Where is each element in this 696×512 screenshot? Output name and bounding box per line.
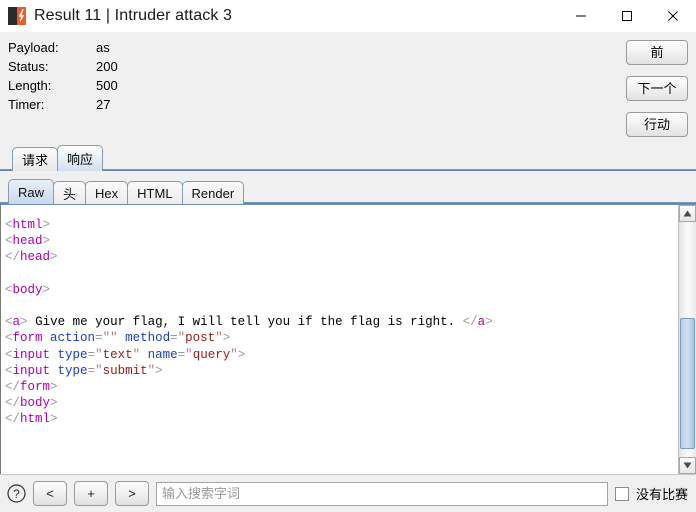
view-tabs: Raw 头 Hex HTML Render bbox=[0, 178, 696, 204]
match-status-label: 没有比赛 bbox=[635, 487, 688, 502]
close-icon bbox=[668, 11, 678, 21]
title-bar: Result 11 | Intruder attack 3 bbox=[0, 0, 696, 32]
response-code-area[interactable]: <html> <head> </head> <body> <a> Give me… bbox=[0, 205, 678, 474]
vertical-scrollbar[interactable] bbox=[678, 205, 696, 474]
case-sensitive-checkbox[interactable] bbox=[614, 486, 629, 501]
timer-label: Timer: bbox=[8, 97, 45, 112]
previous-match-button[interactable]: < bbox=[33, 481, 67, 506]
tab-raw[interactable]: Raw bbox=[8, 179, 55, 204]
scroll-down-icon bbox=[683, 462, 692, 469]
maximize-icon bbox=[622, 11, 632, 21]
add-match-button[interactable]: + bbox=[74, 481, 108, 506]
payload-label: Payload: bbox=[8, 40, 59, 55]
result-info-panel: Payload: as Status: 200 Length: 500 Time… bbox=[0, 32, 696, 144]
minimize-button[interactable] bbox=[558, 0, 604, 32]
table-row: Length: 500 bbox=[8, 78, 216, 97]
scroll-up-icon bbox=[683, 210, 692, 217]
payload-value: as bbox=[96, 40, 110, 55]
next-match-button[interactable]: > bbox=[115, 481, 149, 506]
tab-html[interactable]: HTML bbox=[127, 181, 183, 204]
tab-request[interactable]: 请求 bbox=[12, 147, 59, 171]
table-row: Timer: 27 bbox=[8, 97, 216, 116]
burp-suite-icon bbox=[8, 7, 26, 25]
scrollbar-track[interactable] bbox=[679, 222, 696, 457]
tab-hex[interactable]: Hex bbox=[85, 181, 129, 204]
length-value: 500 bbox=[96, 78, 118, 93]
search-input[interactable] bbox=[156, 481, 608, 506]
question-mark-circle-icon: ? bbox=[6, 484, 26, 503]
status-value: 200 bbox=[96, 59, 118, 74]
intruder-result-window: Result 11 | Intruder attack 3 Payload: a… bbox=[0, 0, 696, 512]
timer-value: 27 bbox=[96, 97, 111, 112]
window-controls bbox=[558, 0, 696, 32]
svg-text:?: ? bbox=[13, 487, 20, 501]
maximize-button[interactable] bbox=[604, 0, 650, 32]
previous-button[interactable]: 前 bbox=[626, 40, 688, 65]
action-button-group: 前 下一个 行动 bbox=[626, 40, 688, 137]
lightning-bolt-icon bbox=[18, 9, 25, 23]
tab-render[interactable]: Render bbox=[181, 181, 245, 204]
tab-headers[interactable]: 头 bbox=[53, 181, 87, 204]
status-label: Status: bbox=[8, 59, 49, 74]
minimize-icon bbox=[576, 15, 586, 17]
response-source: <html> <head> </head> <body> <a> Give me… bbox=[5, 218, 493, 427]
action-button[interactable]: 行动 bbox=[626, 112, 688, 137]
tab-response[interactable]: 响应 bbox=[57, 145, 104, 171]
scrollbar-thumb[interactable] bbox=[680, 318, 695, 449]
scroll-up-button[interactable] bbox=[679, 205, 696, 222]
table-row: Payload: as bbox=[8, 40, 216, 59]
next-button[interactable]: 下一个 bbox=[626, 76, 688, 101]
message-tabs: 请求 响应 bbox=[0, 144, 696, 171]
result-info-table: Payload: as Status: 200 Length: 500 Time… bbox=[8, 40, 216, 116]
search-bar: ? < + > 没有比赛 bbox=[0, 474, 696, 512]
response-viewer: <html> <head> </head> <body> <a> Give me… bbox=[0, 204, 696, 474]
length-label: Length: bbox=[8, 78, 52, 93]
help-icon[interactable]: ? bbox=[6, 484, 26, 504]
flag-message-text: Give me your flag, I will tell you if th… bbox=[35, 315, 456, 330]
close-button[interactable] bbox=[650, 0, 696, 32]
page-title: Result 11 | Intruder attack 3 bbox=[34, 7, 232, 24]
table-row: Status: 200 bbox=[8, 59, 216, 78]
scroll-down-button[interactable] bbox=[679, 457, 696, 474]
